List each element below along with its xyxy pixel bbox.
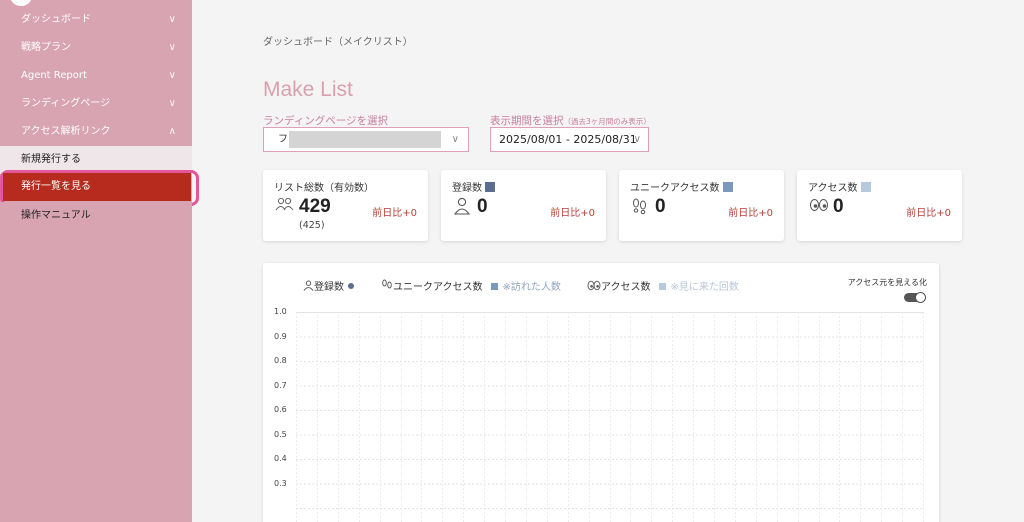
chart-plot-area: 1.0 0.9 0.8 0.7 0.6 0.5 0.4 0.3 bbox=[274, 307, 924, 522]
legend-access[interactable]: アクセス数 ※見に来た回数 bbox=[587, 278, 739, 293]
people-icon bbox=[275, 197, 295, 217]
card-compare: 前日比+0 bbox=[372, 208, 417, 219]
sidebar-item-dashboard[interactable]: ダッシュボード ∨ bbox=[0, 6, 192, 34]
sidebar-subitem-label: 発行一覧を見る bbox=[21, 181, 91, 192]
legend-label: ユニークアクセス数 bbox=[393, 282, 483, 293]
sidebar-subitem-label: 新規発行する bbox=[21, 154, 81, 165]
person-icon bbox=[453, 197, 471, 219]
legend-label: アクセス数 bbox=[601, 282, 651, 293]
card-title: ユニークアクセス数 bbox=[630, 179, 733, 194]
sidebar-subitem-label: 操作マニュアル bbox=[21, 210, 91, 221]
chevron-up-icon: ∧ bbox=[168, 126, 176, 137]
legend-square bbox=[490, 283, 498, 290]
card-value: 0 bbox=[477, 196, 488, 217]
period-select-label: 表示期間を選択（過去3ヶ月間のみ表示） bbox=[490, 113, 651, 128]
toggle-label: アクセス元を見える化 bbox=[847, 278, 927, 287]
redaction-mask bbox=[289, 131, 441, 148]
chart-panel: 登録数 ユニークアクセス数 ※訪れた人数 アクセス数 ※見に来た回数 アクセス元を見… bbox=[263, 263, 939, 522]
page-title: Make List bbox=[263, 78, 353, 101]
y-tick-label: 0.8 bbox=[274, 356, 287, 365]
card-registrations: 登録数 0 前日比+0 bbox=[441, 170, 606, 241]
footprints-icon bbox=[631, 197, 649, 219]
card-title-text: ユニークアクセス数 bbox=[630, 183, 720, 194]
sidebar-item-strategy-plan[interactable]: 戦略プラン ∨ bbox=[0, 34, 192, 62]
chart-grid bbox=[296, 312, 924, 522]
series-color-square bbox=[722, 182, 733, 192]
period-label-note: （過去3ヶ月間のみ表示） bbox=[563, 117, 651, 126]
card-compare: 前日比+0 bbox=[728, 208, 773, 219]
card-unique-access: ユニークアクセス数 0 前日比+0 bbox=[619, 170, 784, 241]
sidebar-item-label: ランディングページ bbox=[21, 98, 111, 109]
toggle-knob bbox=[915, 292, 926, 303]
card-compare: 前日比+0 bbox=[550, 208, 595, 219]
chevron-down-icon: ∨ bbox=[168, 42, 176, 53]
eyes-icon bbox=[809, 197, 829, 217]
sidebar-item-label: アクセス解析リンク bbox=[21, 126, 111, 137]
sidebar-item-landing-page[interactable]: ランディングページ ∨ bbox=[0, 90, 192, 118]
lp-select-value: フ bbox=[278, 134, 288, 145]
person-icon bbox=[303, 280, 314, 293]
eyes-icon bbox=[587, 280, 601, 293]
card-title: 登録数 bbox=[452, 179, 495, 194]
footprints-icon bbox=[381, 279, 393, 293]
y-tick-label: 0.7 bbox=[274, 380, 287, 390]
sidebar-item-label: ダッシュボード bbox=[21, 14, 91, 25]
sidebar-item-label: 戦略プラン bbox=[21, 42, 71, 53]
lp-select[interactable]: フ ∨ bbox=[263, 127, 469, 152]
chevron-down-icon: ∨ bbox=[451, 134, 459, 145]
card-list-total: リスト総数（有効数） 429 (425) 前日比+0 bbox=[263, 170, 428, 241]
sidebar-item-agent-report[interactable]: Agent Report ∨ bbox=[0, 62, 192, 90]
card-access: アクセス数 0 前日比+0 bbox=[797, 170, 962, 241]
card-value: 429 bbox=[299, 196, 331, 217]
period-select[interactable]: 2025/08/01 - 2025/08/31 ∨ bbox=[490, 127, 649, 152]
y-tick-label: 1.0 bbox=[274, 307, 287, 316]
period-select-value: 2025/08/01 - 2025/08/31 bbox=[499, 133, 637, 146]
chevron-down-icon: ∨ bbox=[168, 14, 176, 25]
sidebar-subitem-issue-list[interactable]: 発行一覧を見る bbox=[3, 173, 191, 201]
legend-dot bbox=[348, 283, 354, 289]
legend-square bbox=[658, 283, 666, 290]
card-value: 0 bbox=[833, 196, 844, 217]
y-tick-label: 0.4 bbox=[274, 454, 287, 463]
legend-note: ※見に来た回数 bbox=[670, 282, 739, 293]
breadcrumb: ダッシュボード（メイクリスト） bbox=[263, 37, 413, 48]
series-color-square bbox=[485, 182, 495, 192]
chevron-down-icon: ∨ bbox=[168, 98, 176, 109]
legend-unique-access[interactable]: ユニークアクセス数 ※訪れた人数 bbox=[381, 278, 561, 293]
card-value: 0 bbox=[655, 196, 666, 217]
y-tick-label: 0.5 bbox=[274, 429, 287, 439]
lp-select-label: ランディングページを選択 bbox=[263, 115, 389, 127]
legend-registrations[interactable]: 登録数 bbox=[303, 278, 354, 293]
y-tick-label: 0.6 bbox=[274, 405, 287, 414]
access-source-toggle[interactable] bbox=[904, 292, 926, 303]
y-tick-label: 0.9 bbox=[274, 331, 287, 341]
legend-note: ※訪れた人数 bbox=[502, 282, 561, 293]
card-title-text: アクセス数 bbox=[808, 183, 858, 194]
series-color-square bbox=[860, 182, 871, 192]
chevron-down-icon: ∨ bbox=[633, 134, 641, 145]
sidebar-item-access-link[interactable]: アクセス解析リンク ∧ bbox=[0, 118, 192, 146]
legend-label: 登録数 bbox=[314, 282, 344, 293]
sidebar-item-label: Agent Report bbox=[21, 70, 87, 81]
y-tick-label: 0.3 bbox=[274, 478, 287, 488]
chevron-down-icon: ∨ bbox=[168, 70, 176, 81]
card-sub-value: (425) bbox=[299, 220, 325, 231]
period-label-text: 表示期間を選択 bbox=[490, 115, 564, 127]
card-title-text: 登録数 bbox=[452, 183, 482, 194]
card-title: アクセス数 bbox=[808, 179, 871, 194]
card-title: リスト総数（有効数） bbox=[274, 183, 374, 194]
sidebar: ダッシュボード ∨ 戦略プラン ∨ Agent Report ∨ ランディングペ… bbox=[0, 0, 199, 522]
sidebar-subitem-manual[interactable]: 操作マニュアル bbox=[0, 202, 192, 230]
card-compare: 前日比+0 bbox=[906, 208, 951, 219]
